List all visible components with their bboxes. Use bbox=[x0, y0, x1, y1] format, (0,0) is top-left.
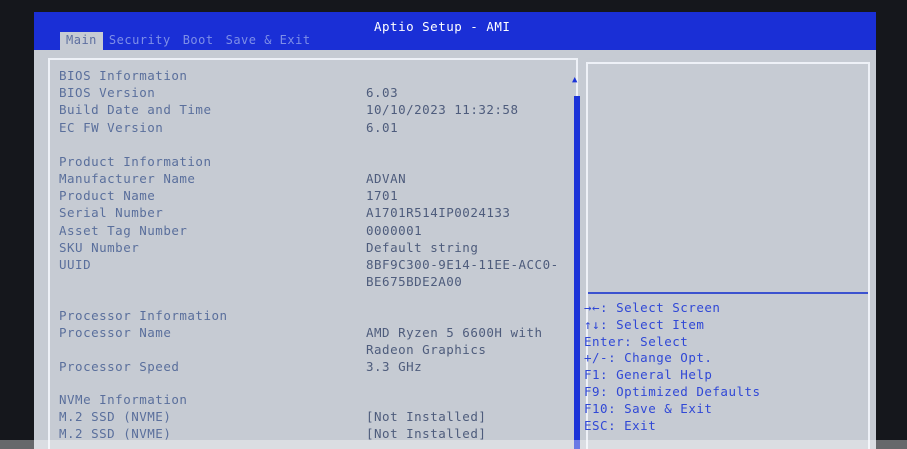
help-esc-exit: ESC: Exit bbox=[584, 417, 657, 433]
product-name-row: Product Name 1701 bbox=[59, 188, 559, 204]
scrollbar[interactable] bbox=[574, 96, 580, 449]
help-enter-select: Enter: Select bbox=[584, 333, 689, 349]
help-select-item: ↑↓: Select Item bbox=[584, 316, 705, 332]
processor-name-row-continued: Radeon Graphics bbox=[59, 342, 559, 358]
uuid-row-continued: BE675BDE2A00 bbox=[59, 274, 559, 290]
nvme-ssd1-label: M.2 SSD (NVME) bbox=[59, 409, 172, 424]
ec-version-row: EC FW Version 6.01 bbox=[59, 120, 559, 136]
processor-name-label: Processor Name bbox=[59, 325, 172, 340]
tab-security[interactable]: Security bbox=[103, 32, 177, 50]
nvme-ssd2-value: [Not Installed] bbox=[366, 426, 487, 441]
bios-screen: Aptio Setup - AMI Main Security Boot Sav… bbox=[34, 12, 876, 449]
tab-boot[interactable]: Boot bbox=[177, 32, 220, 50]
serial-number-row: Serial Number A1701R514IP0024133 bbox=[59, 205, 559, 221]
asset-tag-label: Asset Tag Number bbox=[59, 223, 188, 238]
help-select-screen: →←: Select Screen bbox=[584, 300, 721, 315]
manufacturer-label: Manufacturer Name bbox=[59, 171, 196, 186]
nvme-ssd2-label: M.2 SSD (NVME) bbox=[59, 426, 172, 441]
bios-version-label: BIOS Version bbox=[59, 85, 156, 100]
processor-speed-value: 3.3 GHz bbox=[366, 359, 423, 374]
nvme-ssd1-value: [Not Installed] bbox=[366, 409, 487, 424]
help-save-exit: F10: Save & Exit bbox=[584, 400, 713, 416]
product-info-heading: Product Information bbox=[59, 154, 212, 169]
product-name-label: Product Name bbox=[59, 188, 156, 203]
asset-tag-value: 0000001 bbox=[366, 223, 423, 238]
tab-main[interactable]: Main bbox=[60, 32, 103, 50]
ec-version-label: EC FW Version bbox=[59, 120, 164, 135]
uuid-value-line2: BE675BDE2A00 bbox=[366, 274, 463, 289]
product-name-value: 1701 bbox=[366, 188, 399, 203]
key-help-list: →←: Select Screen ↑↓: Select Item Enter:… bbox=[584, 300, 761, 434]
tab-save-exit[interactable]: Save & Exit bbox=[220, 32, 317, 50]
window-title: Aptio Setup - AMI bbox=[374, 19, 511, 34]
manufacturer-value: ADVAN bbox=[366, 171, 407, 186]
processor-name-row: Processor Name AMD Ryzen 5 6600H with bbox=[59, 325, 559, 341]
bios-version-row: BIOS Version 6.03 bbox=[59, 85, 559, 101]
build-date-row: Build Date and Time 10/10/2023 11:32:58 bbox=[59, 102, 559, 118]
build-date-label: Build Date and Time bbox=[59, 102, 212, 117]
bios-info-heading: BIOS Information bbox=[59, 68, 188, 83]
sku-row: SKU Number Default string bbox=[59, 240, 559, 256]
processor-speed-label: Processor Speed bbox=[59, 359, 180, 374]
uuid-label: UUID bbox=[59, 257, 92, 272]
bottom-glare bbox=[0, 440, 907, 449]
uuid-row: UUID 8BF9C300-9E14-11EE-ACC0- bbox=[59, 257, 559, 273]
serial-number-value: A1701R514IP0024133 bbox=[366, 205, 511, 220]
help-optimized-defaults: F9: Optimized Defaults bbox=[584, 383, 761, 399]
processor-speed-row: Processor Speed 3.3 GHz bbox=[59, 359, 559, 375]
sku-label: SKU Number bbox=[59, 240, 140, 255]
nvme-ssd1-row: M.2 SSD (NVME) [Not Installed] bbox=[59, 409, 559, 425]
processor-name-value-line2: Radeon Graphics bbox=[366, 342, 487, 357]
help-panel: →←: Select Screen ↑↓: Select Item Enter:… bbox=[584, 62, 870, 449]
ec-version-value: 6.01 bbox=[366, 120, 399, 135]
help-divider bbox=[588, 292, 868, 294]
help-change-opt: +/-: Change Opt. bbox=[584, 350, 713, 366]
title-bar: Aptio Setup - AMI Main Security Boot Sav… bbox=[34, 12, 876, 50]
scroll-up-arrow-icon[interactable]: ▲ bbox=[572, 75, 578, 85]
nvme-info-heading: NVMe Information bbox=[59, 392, 188, 407]
sku-value: Default string bbox=[366, 240, 479, 255]
tab-bar: Main Security Boot Save & Exit bbox=[60, 32, 317, 50]
asset-tag-row: Asset Tag Number 0000001 bbox=[59, 223, 559, 239]
build-date-value: 10/10/2023 11:32:58 bbox=[366, 102, 519, 117]
uuid-value-line1: 8BF9C300-9E14-11EE-ACC0- bbox=[366, 257, 559, 272]
processor-name-value-line1: AMD Ryzen 5 6600H with bbox=[366, 325, 543, 340]
manufacturer-row: Manufacturer Name ADVAN bbox=[59, 171, 559, 187]
help-general-help: F1: General Help bbox=[584, 367, 713, 383]
processor-info-heading: Processor Information bbox=[59, 308, 228, 323]
bios-version-value: 6.03 bbox=[366, 85, 399, 100]
serial-number-label: Serial Number bbox=[59, 205, 164, 220]
